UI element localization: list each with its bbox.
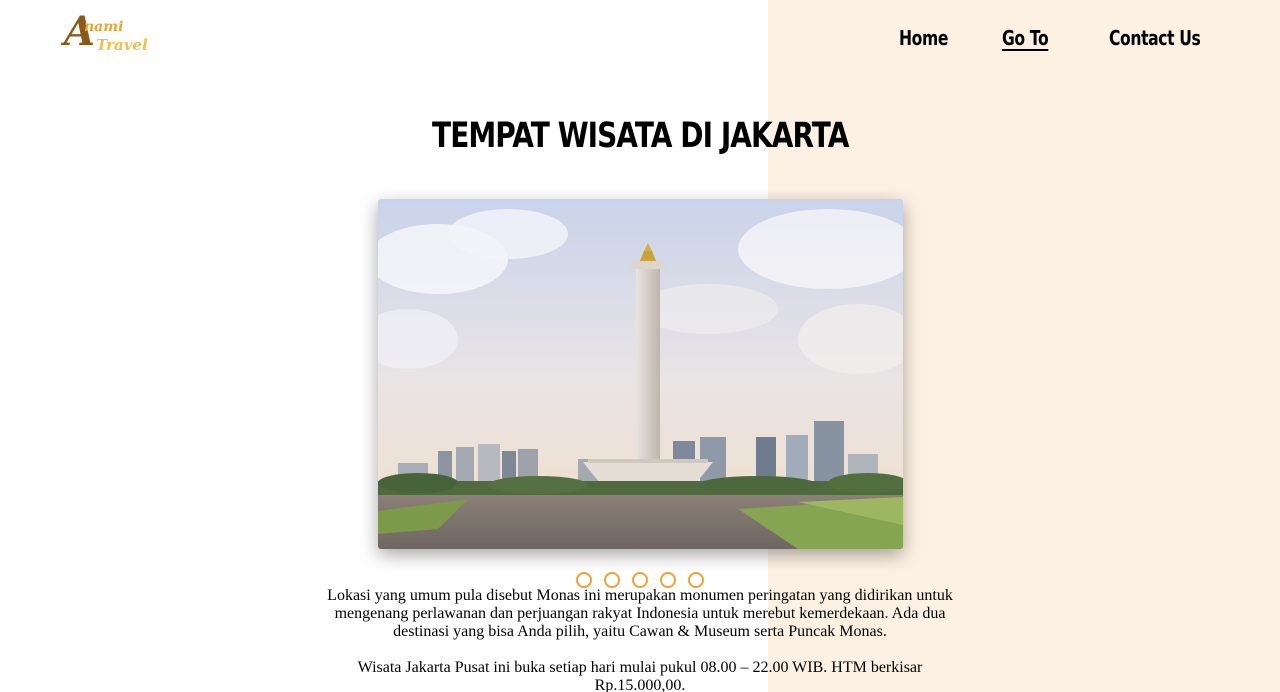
slider-dot-3[interactable] bbox=[632, 572, 648, 588]
slider-dots bbox=[576, 572, 704, 588]
logo-line2: Travel bbox=[96, 36, 148, 54]
brand-logo[interactable]: A nami Travel bbox=[62, 12, 148, 62]
description-paragraph-2: Wisata Jakarta Pusat ini buka setiap har… bbox=[357, 659, 923, 692]
description: Lokasi yang umum pula disebut Monas ini … bbox=[320, 587, 960, 692]
page-title-text: TEMPAT WISATA DI JAKARTA bbox=[431, 116, 849, 156]
slider-dot-2[interactable] bbox=[604, 572, 620, 588]
logo-line1: nami bbox=[84, 19, 124, 35]
slide-image-monas bbox=[378, 199, 903, 549]
page-title: TEMPAT WISATA DI JAKARTA bbox=[0, 116, 1280, 156]
description-paragraph-1: Lokasi yang umum pula disebut Monas ini … bbox=[327, 587, 953, 640]
slider-dot-5[interactable] bbox=[688, 572, 704, 588]
slider-dot-4[interactable] bbox=[660, 572, 676, 588]
slider-dot-1[interactable] bbox=[576, 572, 592, 588]
nav-home[interactable]: Home bbox=[899, 26, 948, 50]
nav-go-to[interactable]: Go To bbox=[1002, 26, 1049, 50]
nav-contact-us[interactable]: Contact Us bbox=[1109, 26, 1201, 50]
image-slider[interactable] bbox=[378, 199, 903, 549]
